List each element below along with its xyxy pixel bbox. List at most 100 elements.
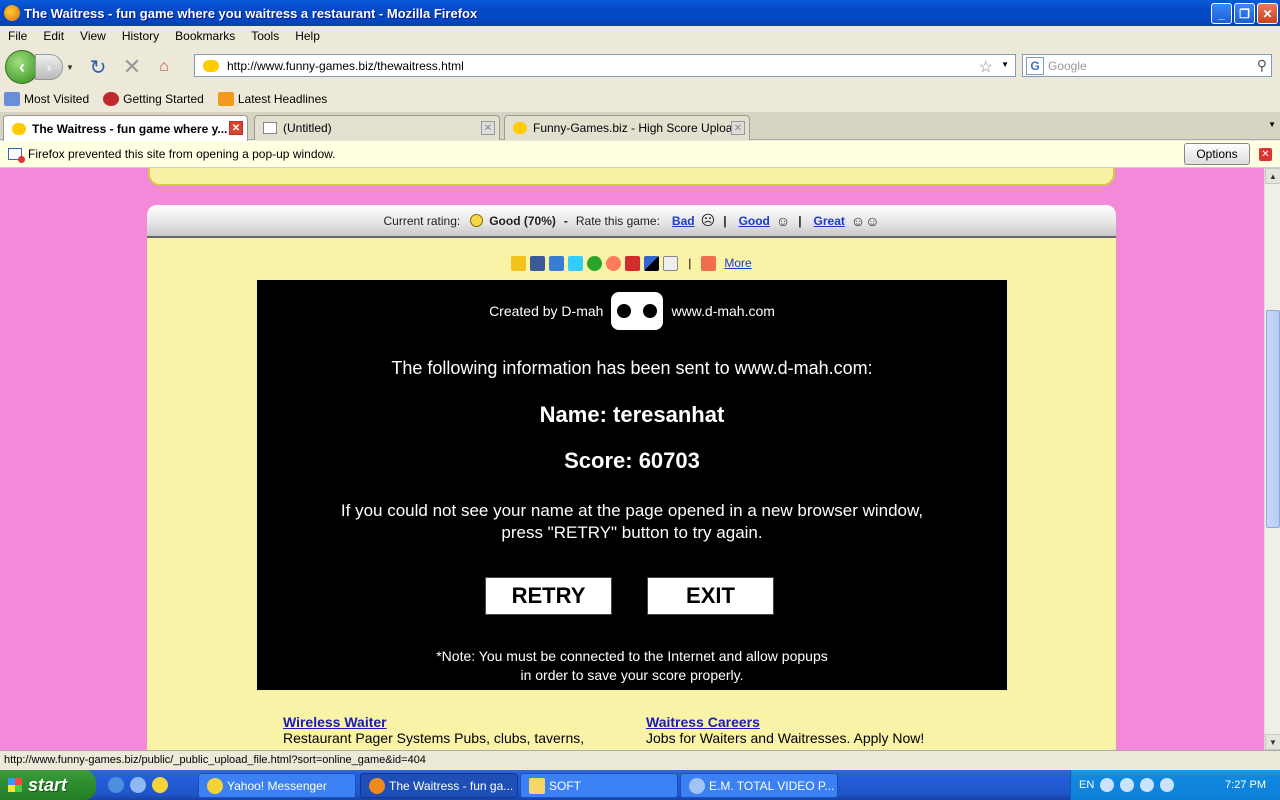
retry-button[interactable]: RETRY xyxy=(485,577,612,615)
url-dropdown-icon[interactable]: ▼ xyxy=(1001,60,1009,69)
tab-close-icon[interactable]: ✕ xyxy=(481,121,495,135)
bookmark-latest-headlines[interactable]: Latest Headlines xyxy=(217,92,328,106)
options-button[interactable]: Options xyxy=(1184,143,1250,165)
search-icon[interactable]: ⚲ xyxy=(1257,57,1267,74)
facebook-icon[interactable] xyxy=(530,255,546,271)
menu-help[interactable]: Help xyxy=(287,29,328,43)
getting-started-icon xyxy=(103,92,120,106)
url-text[interactable]: http://www.funny-games.biz/thewaitress.h… xyxy=(227,59,464,73)
internet-explorer-icon[interactable] xyxy=(108,777,124,793)
show-desktop-icon[interactable] xyxy=(130,777,146,793)
retry-instructions-line: If you could not see your name at the pa… xyxy=(340,501,924,520)
bookmark-most-visited[interactable]: Most Visited xyxy=(4,92,89,106)
scroll-down-icon[interactable]: ▼ xyxy=(1265,734,1280,750)
credit-right[interactable]: www.d-mah.com xyxy=(671,303,774,319)
minimize-button[interactable]: _ xyxy=(1211,3,1232,24)
list-all-tabs-icon[interactable]: ▼ xyxy=(1268,120,1276,129)
menu-edit[interactable]: Edit xyxy=(35,29,72,43)
tab-close-icon[interactable]: ✕ xyxy=(731,121,745,135)
ad-title-link[interactable]: Wireless Waiter xyxy=(283,714,584,730)
firefox-icon xyxy=(369,778,385,794)
windows-taskbar: start Yahoo! Messenger The Waitress - fu… xyxy=(0,770,1280,800)
firefox-icon xyxy=(4,5,20,21)
vertical-scrollbar[interactable]: ▲ ▼ xyxy=(1264,168,1280,750)
forward-button[interactable]: › xyxy=(35,54,63,80)
d-mah-logo-icon[interactable] xyxy=(611,292,664,330)
tab-the-waitress[interactable]: The Waitress - fun game where y... ✕ xyxy=(3,115,248,141)
search-input[interactable]: Google xyxy=(1048,59,1087,73)
connection-note-line: *Note: You must be connected to the Inte… xyxy=(436,648,828,664)
ad-text: Jobs for Waiters and Waitresses. Apply N… xyxy=(646,730,925,746)
current-rating-label: Current rating: xyxy=(383,213,461,228)
rating-separator: - xyxy=(563,213,568,228)
tab-untitled[interactable]: (Untitled) ✕ xyxy=(254,115,500,140)
taskbar-item-soft[interactable]: SOFT xyxy=(520,773,678,798)
scroll-thumb[interactable] xyxy=(1266,310,1280,528)
myspace-icon[interactable] xyxy=(549,255,565,271)
top-strip xyxy=(148,168,1115,186)
maximize-button[interactable]: ❐ xyxy=(1234,3,1255,24)
window-title: The Waitress - fun game where you waitre… xyxy=(24,5,478,21)
twitter-icon[interactable] xyxy=(568,255,584,271)
search-engine-icon[interactable]: G xyxy=(1026,56,1044,75)
tab-high-score-upload[interactable]: Funny-Games.biz - High Score Upload ✕ xyxy=(504,115,750,140)
cool-face-icon: ☺ xyxy=(775,212,791,229)
delicious-icon[interactable] xyxy=(644,255,660,271)
addthis-plus-icon[interactable] xyxy=(701,255,717,271)
rate-bad-link[interactable]: Bad xyxy=(672,214,695,228)
menu-view[interactable]: View xyxy=(72,29,114,43)
home-button[interactable]: ⌂ xyxy=(151,54,177,80)
language-indicator[interactable]: EN xyxy=(1079,779,1094,791)
favorite-star-icon[interactable] xyxy=(511,255,527,271)
volume-icon[interactable] xyxy=(1140,778,1155,792)
window-titlebar: The Waitress - fun game where you waitre… xyxy=(0,0,1280,26)
bookmark-label: Latest Headlines xyxy=(237,92,328,106)
rate-good-link[interactable]: Good xyxy=(739,214,770,228)
help-icon[interactable] xyxy=(1100,778,1115,792)
reddit-icon[interactable] xyxy=(606,255,622,271)
menu-file[interactable]: File xyxy=(0,29,35,43)
yahoo-messenger-icon[interactable] xyxy=(152,777,168,793)
back-button[interactable]: ‹ xyxy=(5,50,39,84)
close-button[interactable]: ✕ xyxy=(1257,3,1278,24)
popup-message: Firefox prevented this site from opening… xyxy=(28,147,336,161)
bookmark-label: Getting Started xyxy=(123,92,204,106)
taskbar-item-video[interactable]: E.M. TOTAL VIDEO P... xyxy=(680,773,838,798)
menu-bar: File Edit View History Bookmarks Tools H… xyxy=(0,26,1280,46)
status-bar: http://www.funny-games.biz/public/_publi… xyxy=(0,750,1280,768)
taskbar-item-firefox[interactable]: The Waitress - fun ga... xyxy=(360,773,518,798)
game-panel: Current rating: Good (70%) - Rate this g… xyxy=(147,205,1116,750)
taskbar-item-label: Yahoo! Messenger xyxy=(227,778,327,793)
email-icon[interactable] xyxy=(663,255,679,271)
popup-blocked-bar: Firefox prevented this site from opening… xyxy=(0,141,1280,168)
rate-great-link[interactable]: Great xyxy=(814,214,845,228)
stop-button[interactable]: ✕ xyxy=(119,54,145,80)
stumbleupon-icon[interactable] xyxy=(587,255,603,271)
ad-title-link[interactable]: Waitress Careers xyxy=(646,714,924,730)
exit-button[interactable]: EXIT xyxy=(647,577,774,615)
rate-label: Rate this game: xyxy=(575,213,660,228)
network-icon[interactable] xyxy=(1120,778,1135,792)
start-button[interactable]: start xyxy=(0,770,96,800)
bookmarks-toolbar: Most Visited Getting Started Latest Head… xyxy=(0,88,1280,110)
menu-bookmarks[interactable]: Bookmarks xyxy=(167,29,243,43)
tab-favicon-icon xyxy=(513,122,527,134)
tab-label: Funny-Games.biz - High Score Upload xyxy=(533,121,740,135)
bookmark-getting-started[interactable]: Getting Started xyxy=(103,92,204,106)
scroll-up-icon[interactable]: ▲ xyxy=(1265,168,1280,184)
bookmark-star-icon[interactable]: ☆ xyxy=(979,57,993,77)
divider: | xyxy=(798,213,802,228)
mixx-icon[interactable] xyxy=(625,255,641,271)
share-more-link[interactable]: More xyxy=(724,256,751,270)
history-dropdown-icon[interactable]: ▼ xyxy=(63,63,77,72)
messenger-tray-icon[interactable] xyxy=(1160,778,1175,792)
reload-button[interactable]: ↻ xyxy=(85,54,111,80)
player-name: Name: teresanhat xyxy=(539,402,725,427)
close-notification-icon[interactable]: ✕ xyxy=(1259,148,1272,161)
menu-history[interactable]: History xyxy=(114,29,167,43)
search-bar[interactable]: G Google ⚲ xyxy=(1022,54,1272,77)
menu-tools[interactable]: Tools xyxy=(243,29,287,43)
url-bar[interactable]: http://www.funny-games.biz/thewaitress.h… xyxy=(194,54,1016,77)
tab-close-icon[interactable]: ✕ xyxy=(229,121,243,135)
taskbar-item-yahoo-messenger[interactable]: Yahoo! Messenger xyxy=(198,773,356,798)
